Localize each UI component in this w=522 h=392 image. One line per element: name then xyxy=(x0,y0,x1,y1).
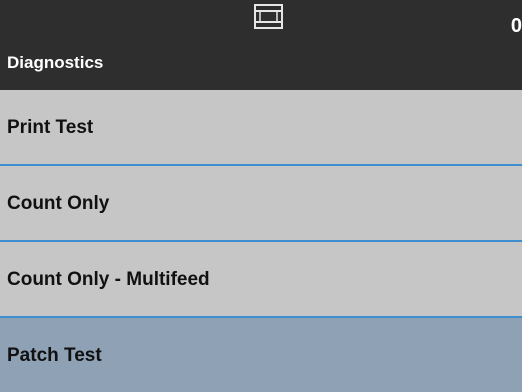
menu-item-count-only[interactable]: Count Only xyxy=(0,166,522,242)
document-count: 0 xyxy=(510,15,522,37)
page-title: Diagnostics xyxy=(7,53,104,72)
menu-item-patch-test[interactable]: Patch Test xyxy=(0,318,522,392)
menu-item-label: Count Only xyxy=(7,193,110,214)
menu-item-label: Patch Test xyxy=(7,345,102,366)
scanner-tray-icon xyxy=(254,4,283,29)
diagnostics-screen: 0 Diagnostics Print Test Count Only Coun… xyxy=(0,0,522,392)
menu-item-label: Count Only - Multifeed xyxy=(7,269,210,290)
menu-item-count-only-multifeed[interactable]: Count Only - Multifeed xyxy=(0,242,522,318)
menu-item-label: Print Test xyxy=(7,117,94,138)
menu-item-print-test[interactable]: Print Test xyxy=(0,90,522,166)
diagnostics-menu: Print Test Count Only Count Only - Multi… xyxy=(0,90,522,392)
header-bar: 0 Diagnostics xyxy=(0,0,522,90)
